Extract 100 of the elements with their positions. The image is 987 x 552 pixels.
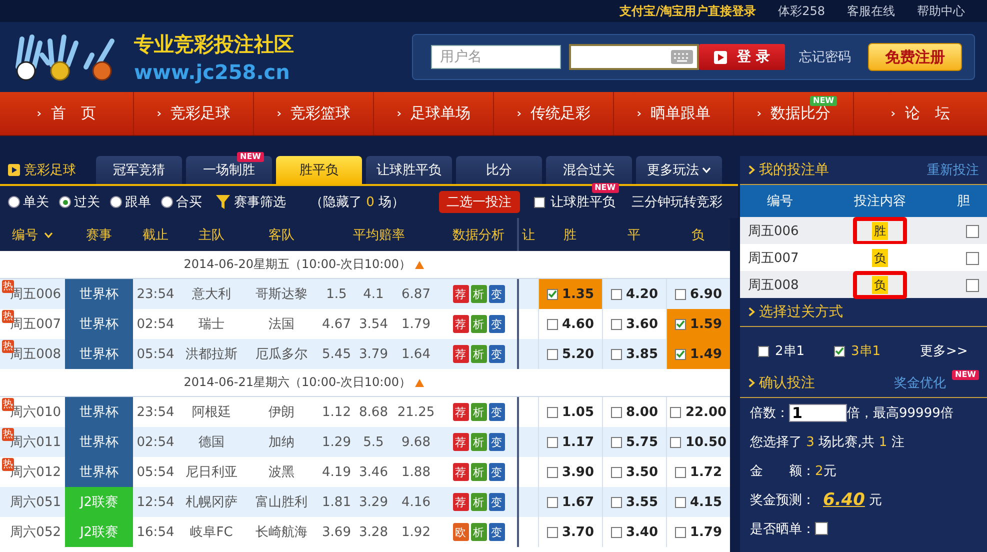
checkbox[interactable] <box>674 496 686 508</box>
checkbox[interactable] <box>670 406 682 418</box>
odds-option[interactable]: 1.49 <box>666 339 730 369</box>
login-button[interactable]: 登 录 <box>699 44 785 70</box>
checkbox[interactable] <box>610 436 622 448</box>
checkbox[interactable] <box>546 466 558 478</box>
checkbox[interactable] <box>815 522 828 535</box>
odds-change-icon[interactable]: 变 <box>488 345 504 363</box>
nav-item[interactable]: 竞彩篮球 <box>253 92 373 135</box>
checkbox[interactable] <box>610 466 622 478</box>
nav-item[interactable]: 足球单场 <box>373 92 493 135</box>
analysis-icon[interactable]: 析 <box>470 403 486 421</box>
analysis-icon[interactable]: 析 <box>470 345 486 363</box>
odds-change-icon[interactable]: 变 <box>488 493 504 511</box>
tab[interactable]: 让球胜平负 <box>366 156 452 184</box>
radio-option[interactable]: 跟单 <box>110 193 151 211</box>
radio-button[interactable] <box>161 196 173 208</box>
odds-option[interactable]: 1.59 <box>666 309 730 339</box>
checkbox[interactable] <box>674 348 686 360</box>
recommend-icon[interactable]: 荐 <box>452 315 468 333</box>
analysis-icon[interactable]: 析 <box>470 285 486 303</box>
nav-item[interactable]: 竞彩足球 <box>133 92 253 135</box>
checkbox[interactable] <box>674 318 686 330</box>
top-link[interactable]: 帮助中心 <box>917 2 965 20</box>
odds-option[interactable]: 3.70 <box>538 517 602 547</box>
checkbox[interactable] <box>610 406 622 418</box>
register-button[interactable]: 免费注册 <box>868 43 962 71</box>
collapse-triangle-icon[interactable] <box>415 378 424 386</box>
odds-change-icon[interactable]: 变 <box>488 523 504 541</box>
pass-option[interactable]: 3串1 <box>834 342 904 360</box>
odds-change-icon[interactable]: 变 <box>488 315 504 333</box>
tab[interactable]: 更多玩法 <box>636 156 722 184</box>
analysis-icon[interactable]: 析 <box>470 463 486 481</box>
analysis-icon[interactable]: 析 <box>470 493 486 511</box>
password-field[interactable] <box>569 44 699 70</box>
more-link[interactable]: 更多>> <box>920 342 968 360</box>
odds-option[interactable]: 3.40 <box>602 517 666 547</box>
nav-item[interactable]: 传统足彩 <box>493 92 613 135</box>
keyboard-icon[interactable] <box>671 50 693 64</box>
odds-option[interactable]: 1.35 <box>538 279 602 309</box>
checkbox[interactable] <box>674 466 686 478</box>
checkbox[interactable] <box>534 196 545 208</box>
forgot-password-link[interactable]: 忘记密码 <box>799 48 851 66</box>
odds-change-icon[interactable]: 变 <box>488 463 504 481</box>
radio-option[interactable]: 合买 <box>161 193 202 211</box>
checkbox[interactable] <box>674 526 686 538</box>
checkbox[interactable] <box>670 436 682 448</box>
top-link[interactable]: 体彩258 <box>778 2 825 20</box>
column-header[interactable]: 编号 <box>0 218 65 251</box>
analysis-icon[interactable]: 析 <box>470 315 486 333</box>
checkbox[interactable] <box>546 526 558 538</box>
checkbox[interactable] <box>610 318 622 330</box>
checkbox[interactable] <box>546 496 558 508</box>
europe-odds-icon[interactable]: 欧 <box>452 523 468 541</box>
recommend-icon[interactable]: 荐 <box>452 403 468 421</box>
checkbox[interactable] <box>546 348 558 360</box>
username-field[interactable]: 用户名 <box>431 45 561 69</box>
nav-item[interactable]: 首 页 <box>0 92 133 135</box>
handicap-toggle[interactable]: 让球胜平负 <box>534 193 616 211</box>
checkbox[interactable] <box>610 496 622 508</box>
radio-button[interactable] <box>59 196 71 208</box>
checkbox[interactable] <box>758 346 769 356</box>
nav-item[interactable]: 数据比分 NEW <box>733 92 853 135</box>
tab[interactable]: 比分 <box>456 156 542 184</box>
tab[interactable]: 混合过关 <box>546 156 632 184</box>
checkbox[interactable] <box>610 348 622 360</box>
radio-option[interactable]: 单关 <box>8 193 49 211</box>
optimize-link[interactable]: 奖金优化 <box>894 374 946 392</box>
recommend-icon[interactable]: 荐 <box>452 285 468 303</box>
reset-link[interactable]: 重新投注 <box>927 161 979 179</box>
odds-change-icon[interactable]: 变 <box>488 433 504 451</box>
recommend-icon[interactable]: 荐 <box>452 345 468 363</box>
odds-option[interactable]: 1.79 <box>666 517 730 547</box>
multiplier-field[interactable]: 1 <box>789 404 847 422</box>
pick-one-button[interactable]: 二选一投注 <box>438 191 520 213</box>
pass-option[interactable]: 2串1 <box>758 342 828 360</box>
odds-option[interactable]: 5.20 <box>538 339 602 369</box>
checkbox[interactable] <box>610 526 622 538</box>
recommend-icon[interactable]: 荐 <box>452 463 468 481</box>
checkbox[interactable] <box>610 288 622 300</box>
top-link[interactable]: 支付宝/淘宝用户直接登录 <box>620 2 756 20</box>
tab[interactable]: 冠军竞猜 <box>96 156 182 184</box>
recommend-icon[interactable]: 荐 <box>452 493 468 511</box>
checkbox[interactable] <box>546 436 558 448</box>
tab[interactable]: 胜平负 <box>276 156 362 184</box>
nav-item[interactable]: 论 坛 <box>853 92 987 135</box>
analysis-icon[interactable]: 析 <box>470 523 486 541</box>
checkbox[interactable] <box>966 252 979 264</box>
analysis-icon[interactable]: 析 <box>470 433 486 451</box>
checkbox[interactable] <box>834 346 845 356</box>
checkbox[interactable] <box>674 288 686 300</box>
checkbox[interactable] <box>546 318 558 330</box>
checkbox[interactable] <box>966 224 979 238</box>
checkbox[interactable] <box>966 278 979 292</box>
radio-option[interactable]: 过关 <box>59 193 100 211</box>
collapse-triangle-icon[interactable] <box>415 260 424 268</box>
radio-button[interactable] <box>110 196 122 208</box>
top-link[interactable]: 客服在线 <box>847 2 895 20</box>
odds-change-icon[interactable]: 变 <box>488 285 504 303</box>
radio-button[interactable] <box>8 196 20 208</box>
